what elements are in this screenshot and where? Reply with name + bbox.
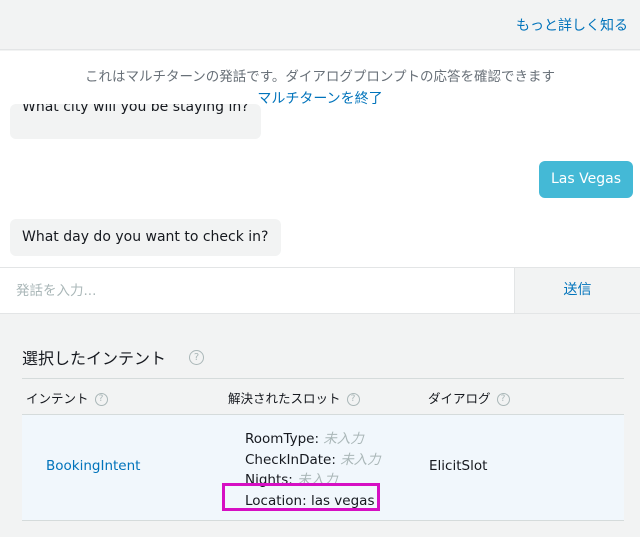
bot-message: What city will you be staying in?: [10, 104, 261, 139]
intent-name-link[interactable]: BookingIntent: [46, 458, 140, 474]
info-icon[interactable]: ?: [94, 393, 108, 406]
dialog-state: ElicitSlot: [429, 458, 488, 474]
multi-turn-banner: これはマルチターンの発話です。ダイアログプロンプトの応答を確認できます: [84, 69, 556, 85]
slot-name: RoomType:: [245, 431, 319, 447]
top-bar: もっと詳しく知る: [0, 0, 640, 50]
utterance-composer: 送信: [0, 267, 640, 314]
column-header-intent: インテント?: [26, 388, 108, 407]
info-icon[interactable]: ?: [189, 350, 204, 365]
bot-message: What day do you want to check in?: [10, 219, 281, 256]
column-header-label: 解決されたスロット: [228, 391, 341, 406]
info-icon[interactable]: ?: [346, 393, 360, 406]
slot-row: RoomType: 未入力: [245, 429, 381, 450]
bot-message-text: What day do you want to check in?: [22, 229, 269, 245]
column-header-slots: 解決されたスロット?: [228, 388, 360, 407]
column-header-dialog: ダイアログ?: [428, 388, 510, 407]
column-header-label: インテント: [26, 391, 89, 406]
bot-message-text: What city will you be staying in?: [22, 104, 249, 115]
table-row: BookingIntent RoomType: 未入力 CheckInDate:…: [22, 415, 624, 521]
info-icon[interactable]: ?: [496, 393, 510, 406]
user-message-text: Las Vegas: [551, 171, 621, 187]
user-message: Las Vegas: [539, 161, 633, 198]
slot-name: CheckInDate:: [245, 451, 336, 468]
chat-panel: これはマルチターンの発話です。ダイアログプロンプトの応答を確認できます マルチタ…: [0, 51, 640, 267]
section-title: 選択したインテント: [22, 349, 167, 368]
intent-table: インテント? 解決されたスロット? ダイアログ? BookingIntent R…: [22, 378, 624, 521]
selected-intent-panel: 選択したインテント ? インテント? 解決されたスロット? ダイアログ? Boo…: [0, 314, 640, 537]
slot-value: 未入力: [323, 431, 364, 447]
learn-more-link[interactable]: もっと詳しく知る: [516, 15, 628, 35]
slot-row: CheckInDate: 未入力: [245, 450, 381, 471]
utterance-input[interactable]: [0, 268, 514, 313]
location-slot-highlight: [222, 483, 380, 511]
column-header-label: ダイアログ: [428, 391, 491, 406]
slot-value: 未入力: [340, 451, 381, 468]
table-header: インテント? 解決されたスロット? ダイアログ?: [22, 378, 624, 415]
send-button[interactable]: 送信: [514, 268, 640, 313]
